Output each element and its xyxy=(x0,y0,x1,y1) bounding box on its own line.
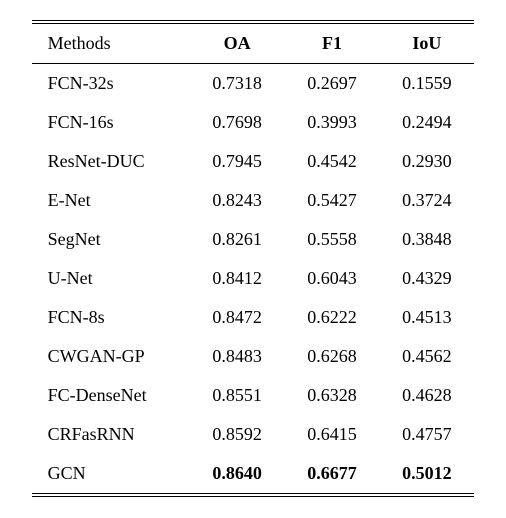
cell-method: GCN xyxy=(32,454,190,494)
cell-oa: 0.7945 xyxy=(190,142,285,181)
cell-oa: 0.8640 xyxy=(190,454,285,494)
cell-oa: 0.8261 xyxy=(190,220,285,259)
table-row: FCN-32s0.73180.26970.1559 xyxy=(32,64,475,104)
table-row: CRFasRNN0.85920.64150.4757 xyxy=(32,415,475,454)
table-row: FCN-8s0.84720.62220.4513 xyxy=(32,298,475,337)
cell-f1: 0.4542 xyxy=(285,142,380,181)
cell-f1: 0.6328 xyxy=(285,376,380,415)
cell-f1: 0.2697 xyxy=(285,64,380,104)
table-row: E-Net0.82430.54270.3724 xyxy=(32,181,475,220)
cell-f1: 0.6268 xyxy=(285,337,380,376)
col-f1: F1 xyxy=(285,24,380,64)
cell-method: CWGAN-GP xyxy=(32,337,190,376)
cell-f1: 0.3993 xyxy=(285,103,380,142)
cell-f1: 0.5427 xyxy=(285,181,380,220)
cell-method: ResNet-DUC xyxy=(32,142,190,181)
cell-iou: 0.4562 xyxy=(379,337,474,376)
cell-oa: 0.7698 xyxy=(190,103,285,142)
table-row: FCN-16s0.76980.39930.2494 xyxy=(32,103,475,142)
cell-f1: 0.6043 xyxy=(285,259,380,298)
cell-oa: 0.8472 xyxy=(190,298,285,337)
cell-method: FCN-8s xyxy=(32,298,190,337)
cell-iou: 0.4329 xyxy=(379,259,474,298)
cell-iou: 0.5012 xyxy=(379,454,474,494)
table-row: FC-DenseNet0.85510.63280.4628 xyxy=(32,376,475,415)
results-table: Methods OA F1 IoU FCN-32s0.73180.26970.1… xyxy=(32,20,475,497)
cell-oa: 0.8243 xyxy=(190,181,285,220)
table-body: FCN-32s0.73180.26970.1559FCN-16s0.76980.… xyxy=(32,64,475,494)
col-methods: Methods xyxy=(32,24,190,64)
cell-method: CRFasRNN xyxy=(32,415,190,454)
cell-oa: 0.8412 xyxy=(190,259,285,298)
cell-iou: 0.4628 xyxy=(379,376,474,415)
cell-f1: 0.6677 xyxy=(285,454,380,494)
cell-iou: 0.3848 xyxy=(379,220,474,259)
cell-iou: 0.1559 xyxy=(379,64,474,104)
cell-oa: 0.8592 xyxy=(190,415,285,454)
table-header-row: Methods OA F1 IoU xyxy=(32,24,475,64)
cell-iou: 0.3724 xyxy=(379,181,474,220)
cell-f1: 0.6415 xyxy=(285,415,380,454)
table-row: CWGAN-GP0.84830.62680.4562 xyxy=(32,337,475,376)
cell-f1: 0.6222 xyxy=(285,298,380,337)
cell-iou: 0.4757 xyxy=(379,415,474,454)
cell-oa: 0.8551 xyxy=(190,376,285,415)
table-row: U-Net0.84120.60430.4329 xyxy=(32,259,475,298)
cell-method: FC-DenseNet xyxy=(32,376,190,415)
cell-method: SegNet xyxy=(32,220,190,259)
cell-method: E-Net xyxy=(32,181,190,220)
table-row: ResNet-DUC0.79450.45420.2930 xyxy=(32,142,475,181)
cell-oa: 0.8483 xyxy=(190,337,285,376)
cell-method: U-Net xyxy=(32,259,190,298)
table-row: SegNet0.82610.55580.3848 xyxy=(32,220,475,259)
cell-method: FCN-32s xyxy=(32,64,190,104)
col-oa: OA xyxy=(190,24,285,64)
cell-oa: 0.7318 xyxy=(190,64,285,104)
cell-method: FCN-16s xyxy=(32,103,190,142)
col-iou: IoU xyxy=(379,24,474,64)
cell-iou: 0.2930 xyxy=(379,142,474,181)
cell-f1: 0.5558 xyxy=(285,220,380,259)
table-row: GCN0.86400.66770.5012 xyxy=(32,454,475,494)
cell-iou: 0.4513 xyxy=(379,298,474,337)
cell-iou: 0.2494 xyxy=(379,103,474,142)
